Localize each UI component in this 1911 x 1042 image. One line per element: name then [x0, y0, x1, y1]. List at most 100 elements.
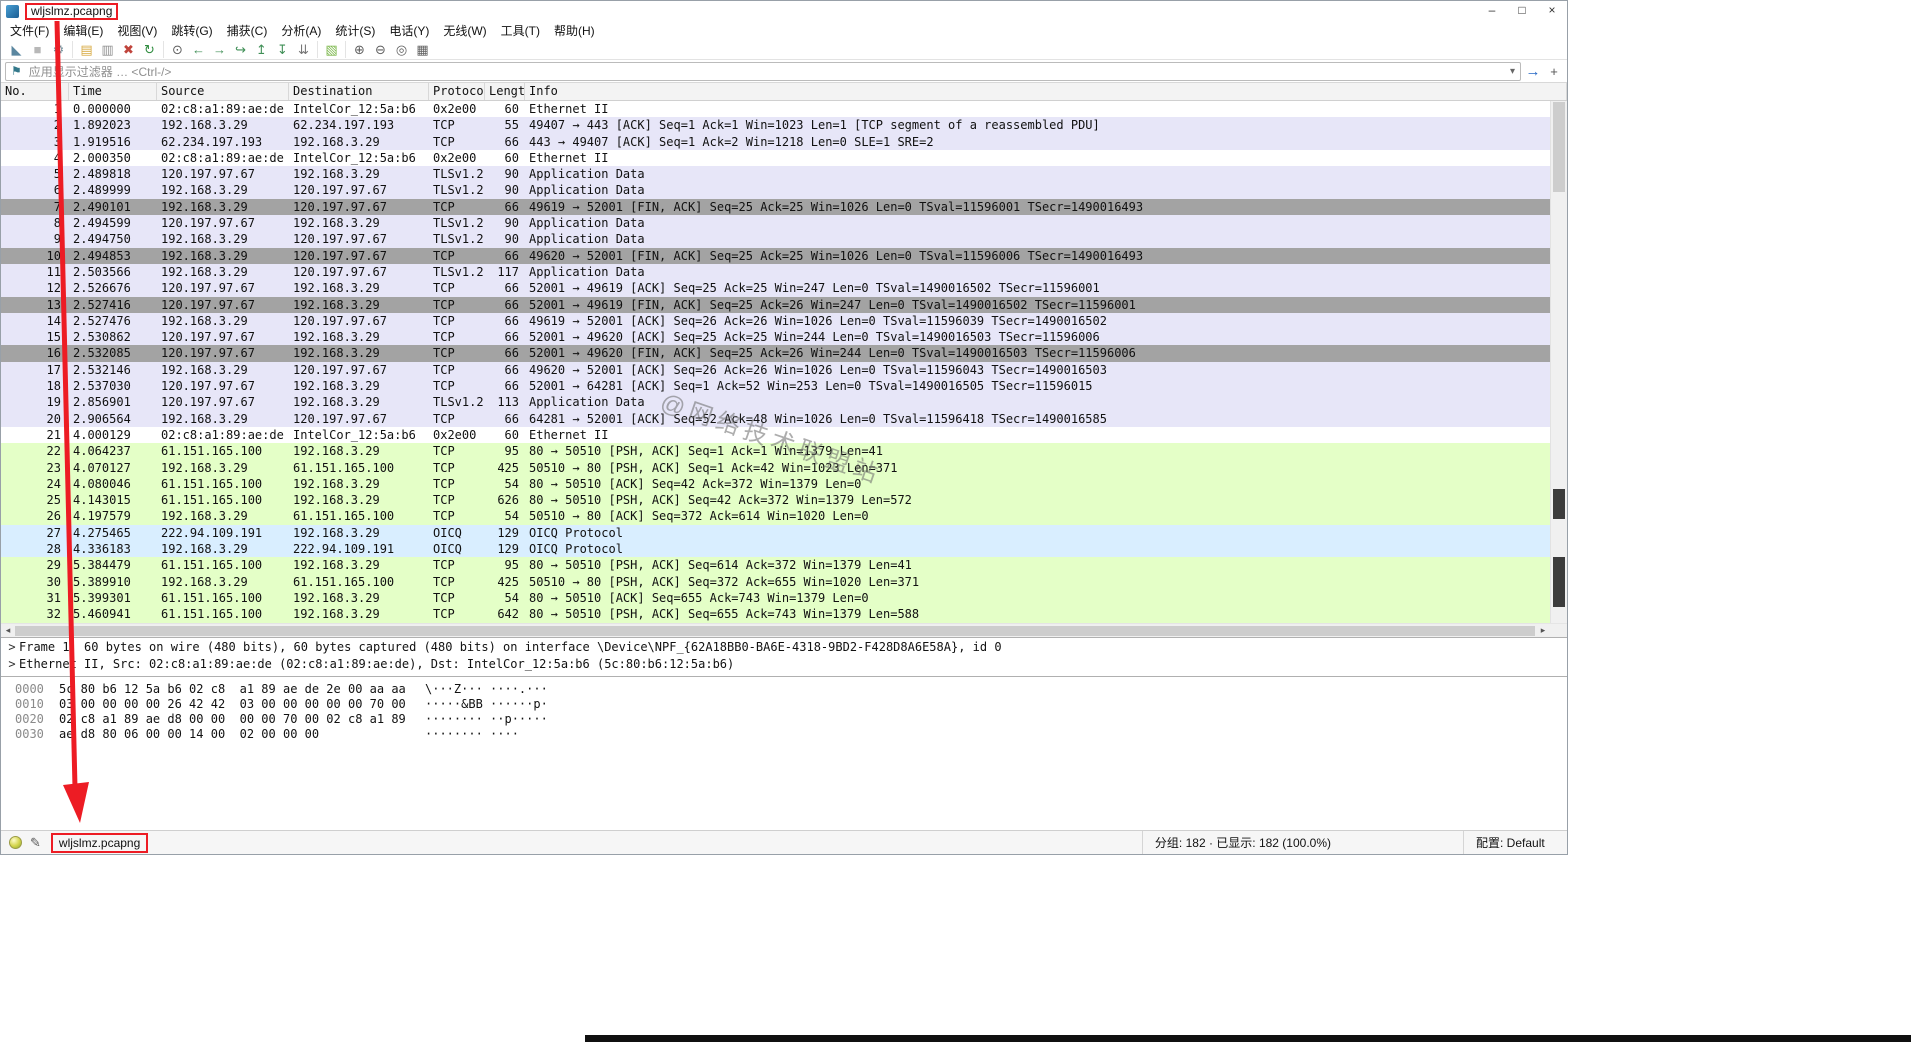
- cell-dst: 192.168.3.29: [289, 394, 429, 410]
- hex-line[interactable]: 001003 00 00 00 00 26 42 42 03 00 00 00 …: [1, 697, 1567, 712]
- filter-dropdown-icon[interactable]: ▾: [1510, 66, 1515, 77]
- packet-row[interactable]: 244.08004661.151.165.100192.168.3.29TCP5…: [1, 476, 1550, 492]
- hex-line[interactable]: 002002 c8 a1 89 ae d8 00 00 00 00 70 00 …: [1, 712, 1567, 727]
- vertical-scrollbar[interactable]: [1550, 101, 1567, 623]
- menu-item[interactable]: 编辑(E): [56, 22, 110, 39]
- packet-row[interactable]: 274.275465222.94.109.191192.168.3.29OICQ…: [1, 525, 1550, 541]
- colorize-icon[interactable]: ▧: [321, 41, 342, 58]
- go-back-icon[interactable]: ←: [188, 41, 209, 58]
- menu-item[interactable]: 捕获(C): [220, 22, 275, 39]
- column-header-no[interactable]: No.: [1, 83, 69, 100]
- scroll-left-icon[interactable]: ◂: [1, 624, 15, 637]
- column-header-length[interactable]: Lengt: [485, 83, 525, 100]
- packet-row[interactable]: 31.91951662.234.197.193192.168.3.29TCP66…: [1, 134, 1550, 150]
- column-header-destination[interactable]: Destination: [289, 83, 429, 100]
- horizontal-scrollbar-thumb[interactable]: [15, 626, 1535, 636]
- go-forward-icon[interactable]: →: [209, 41, 230, 58]
- zoom-out-icon[interactable]: ⊖: [370, 41, 391, 58]
- auto-scroll-icon[interactable]: ⇊: [293, 41, 314, 58]
- packet-row[interactable]: 264.197579192.168.3.2961.151.165.100TCP5…: [1, 508, 1550, 524]
- zoom-100-icon[interactable]: ◎: [391, 41, 412, 58]
- packet-row[interactable]: 112.503566192.168.3.29120.197.97.67TLSv1…: [1, 264, 1550, 280]
- stop-capture-icon[interactable]: ■: [27, 41, 48, 58]
- packet-row[interactable]: 172.532146192.168.3.29120.197.97.67TCP66…: [1, 362, 1550, 378]
- detail-line[interactable]: >Ethernet II, Src: 02:c8:a1:89:ae:de (02…: [1, 657, 1567, 674]
- menu-item[interactable]: 视图(V): [110, 22, 164, 39]
- menu-item[interactable]: 无线(W): [436, 22, 493, 39]
- detail-line[interactable]: >Frame 1: 60 bytes on wire (480 bits), 6…: [1, 640, 1567, 657]
- capture-options-icon[interactable]: ⚙: [48, 41, 69, 58]
- expert-info-icon[interactable]: [9, 836, 22, 849]
- cell-len: 60: [485, 150, 525, 166]
- column-header-info[interactable]: Info: [525, 83, 1567, 100]
- packet-row[interactable]: 182.537030120.197.97.67192.168.3.29TCP66…: [1, 378, 1550, 394]
- cell-dst: 120.197.97.67: [289, 362, 429, 378]
- packet-row[interactable]: 92.494750192.168.3.29120.197.97.67TLSv1.…: [1, 231, 1550, 247]
- packet-row[interactable]: 82.494599120.197.97.67192.168.3.29TLSv1.…: [1, 215, 1550, 231]
- reload-icon[interactable]: ↻: [139, 41, 160, 58]
- maximize-button[interactable]: □: [1507, 1, 1537, 21]
- menu-item[interactable]: 工具(T): [494, 22, 547, 39]
- hex-line[interactable]: 0030ae d8 80 06 00 00 14 00 02 00 00 00·…: [1, 727, 1567, 742]
- cell-dst: 192.168.3.29: [289, 329, 429, 345]
- last-packet-icon[interactable]: ↧: [272, 41, 293, 58]
- menu-item[interactable]: 分析(A): [274, 22, 328, 39]
- packet-row[interactable]: 254.14301561.151.165.100192.168.3.29TCP6…: [1, 492, 1550, 508]
- open-file-icon[interactable]: ▤: [76, 41, 97, 58]
- menu-item[interactable]: 统计(S): [328, 22, 382, 39]
- minimize-button[interactable]: –: [1477, 1, 1507, 21]
- hex-line[interactable]: 00005c 80 b6 12 5a b6 02 c8 a1 89 ae de …: [1, 682, 1567, 697]
- hex-bytes: 03 00 00 00 00 26 42 42 03 00 00 00 00 0…: [59, 697, 425, 712]
- capture-comment-icon[interactable]: ✎: [30, 835, 41, 851]
- status-profile[interactable]: 配置: Default: [1463, 831, 1559, 854]
- save-file-icon[interactable]: ▥: [97, 41, 118, 58]
- packet-row[interactable]: 72.490101192.168.3.29120.197.97.67TCP664…: [1, 199, 1550, 215]
- close-file-icon[interactable]: ✖: [118, 41, 139, 58]
- cell-dst: 61.151.165.100: [289, 508, 429, 524]
- packet-row[interactable]: 142.527476192.168.3.29120.197.97.67TCP66…: [1, 313, 1550, 329]
- display-filter-input[interactable]: ⚑ 应用显示过滤器 … <Ctrl-/> ▾: [5, 62, 1521, 81]
- column-header-time[interactable]: Time: [69, 83, 157, 100]
- close-button[interactable]: ×: [1537, 1, 1567, 21]
- packet-row[interactable]: 192.856901120.197.97.67192.168.3.29TLSv1…: [1, 394, 1550, 410]
- packet-row[interactable]: 305.389910192.168.3.2961.151.165.100TCP4…: [1, 574, 1550, 590]
- packet-row[interactable]: 132.527416120.197.97.67192.168.3.29TCP66…: [1, 297, 1550, 313]
- cell-time: 2.494750: [69, 231, 157, 247]
- cell-no: 6: [1, 182, 69, 198]
- menu-item[interactable]: 文件(F): [3, 22, 56, 39]
- packet-row[interactable]: 102.494853192.168.3.29120.197.97.67TCP66…: [1, 248, 1550, 264]
- filter-add-button[interactable]: +: [1545, 64, 1563, 79]
- column-header-protocol[interactable]: Protoco: [429, 83, 485, 100]
- packet-row[interactable]: 234.070127192.168.3.2961.151.165.100TCP4…: [1, 460, 1550, 476]
- filter-apply-button[interactable]: →: [1521, 63, 1545, 80]
- go-to-packet-icon[interactable]: ↪: [230, 41, 251, 58]
- scroll-right-icon[interactable]: ▸: [1536, 624, 1550, 637]
- menu-item[interactable]: 电话(Y): [382, 22, 436, 39]
- resize-columns-icon[interactable]: ▦: [412, 41, 433, 58]
- find-packet-icon[interactable]: ⊙: [167, 41, 188, 58]
- packet-row[interactable]: 62.489999192.168.3.29120.197.97.67TLSv1.…: [1, 182, 1550, 198]
- packet-row[interactable]: 21.892023192.168.3.2962.234.197.193TCP55…: [1, 117, 1550, 133]
- expander-icon[interactable]: >: [5, 640, 19, 654]
- start-capture-icon[interactable]: ◣: [6, 41, 27, 58]
- column-header-source[interactable]: Source: [157, 83, 289, 100]
- packet-row[interactable]: 52.489818120.197.97.67192.168.3.29TLSv1.…: [1, 166, 1550, 182]
- packet-row[interactable]: 10.00000002:c8:a1:89:ae:deIntelCor_12:5a…: [1, 101, 1550, 117]
- packet-row[interactable]: 315.39930161.151.165.100192.168.3.29TCP5…: [1, 590, 1550, 606]
- packet-row[interactable]: 42.00035002:c8:a1:89:ae:deIntelCor_12:5a…: [1, 150, 1550, 166]
- packet-row[interactable]: 122.526676120.197.97.67192.168.3.29TCP66…: [1, 280, 1550, 296]
- packet-row[interactable]: 325.46094161.151.165.100192.168.3.29TCP6…: [1, 606, 1550, 622]
- packet-row[interactable]: 152.530862120.197.97.67192.168.3.29TCP66…: [1, 329, 1550, 345]
- horizontal-scrollbar[interactable]: ◂ ▸: [1, 623, 1567, 637]
- cell-time: 2.532146: [69, 362, 157, 378]
- vertical-scrollbar-thumb[interactable]: [1553, 102, 1565, 192]
- packet-row[interactable]: 284.336183192.168.3.29222.94.109.191OICQ…: [1, 541, 1550, 557]
- zoom-in-icon[interactable]: ⊕: [349, 41, 370, 58]
- packet-row[interactable]: 162.532085120.197.97.67192.168.3.29TCP66…: [1, 345, 1550, 361]
- filter-bookmark-icon[interactable]: ⚑: [11, 64, 22, 78]
- menu-item[interactable]: 跳转(G): [164, 22, 219, 39]
- packet-row[interactable]: 295.38447961.151.165.100192.168.3.29TCP9…: [1, 557, 1550, 573]
- expander-icon[interactable]: >: [5, 657, 19, 671]
- menu-item[interactable]: 帮助(H): [547, 22, 602, 39]
- first-packet-icon[interactable]: ↥: [251, 41, 272, 58]
